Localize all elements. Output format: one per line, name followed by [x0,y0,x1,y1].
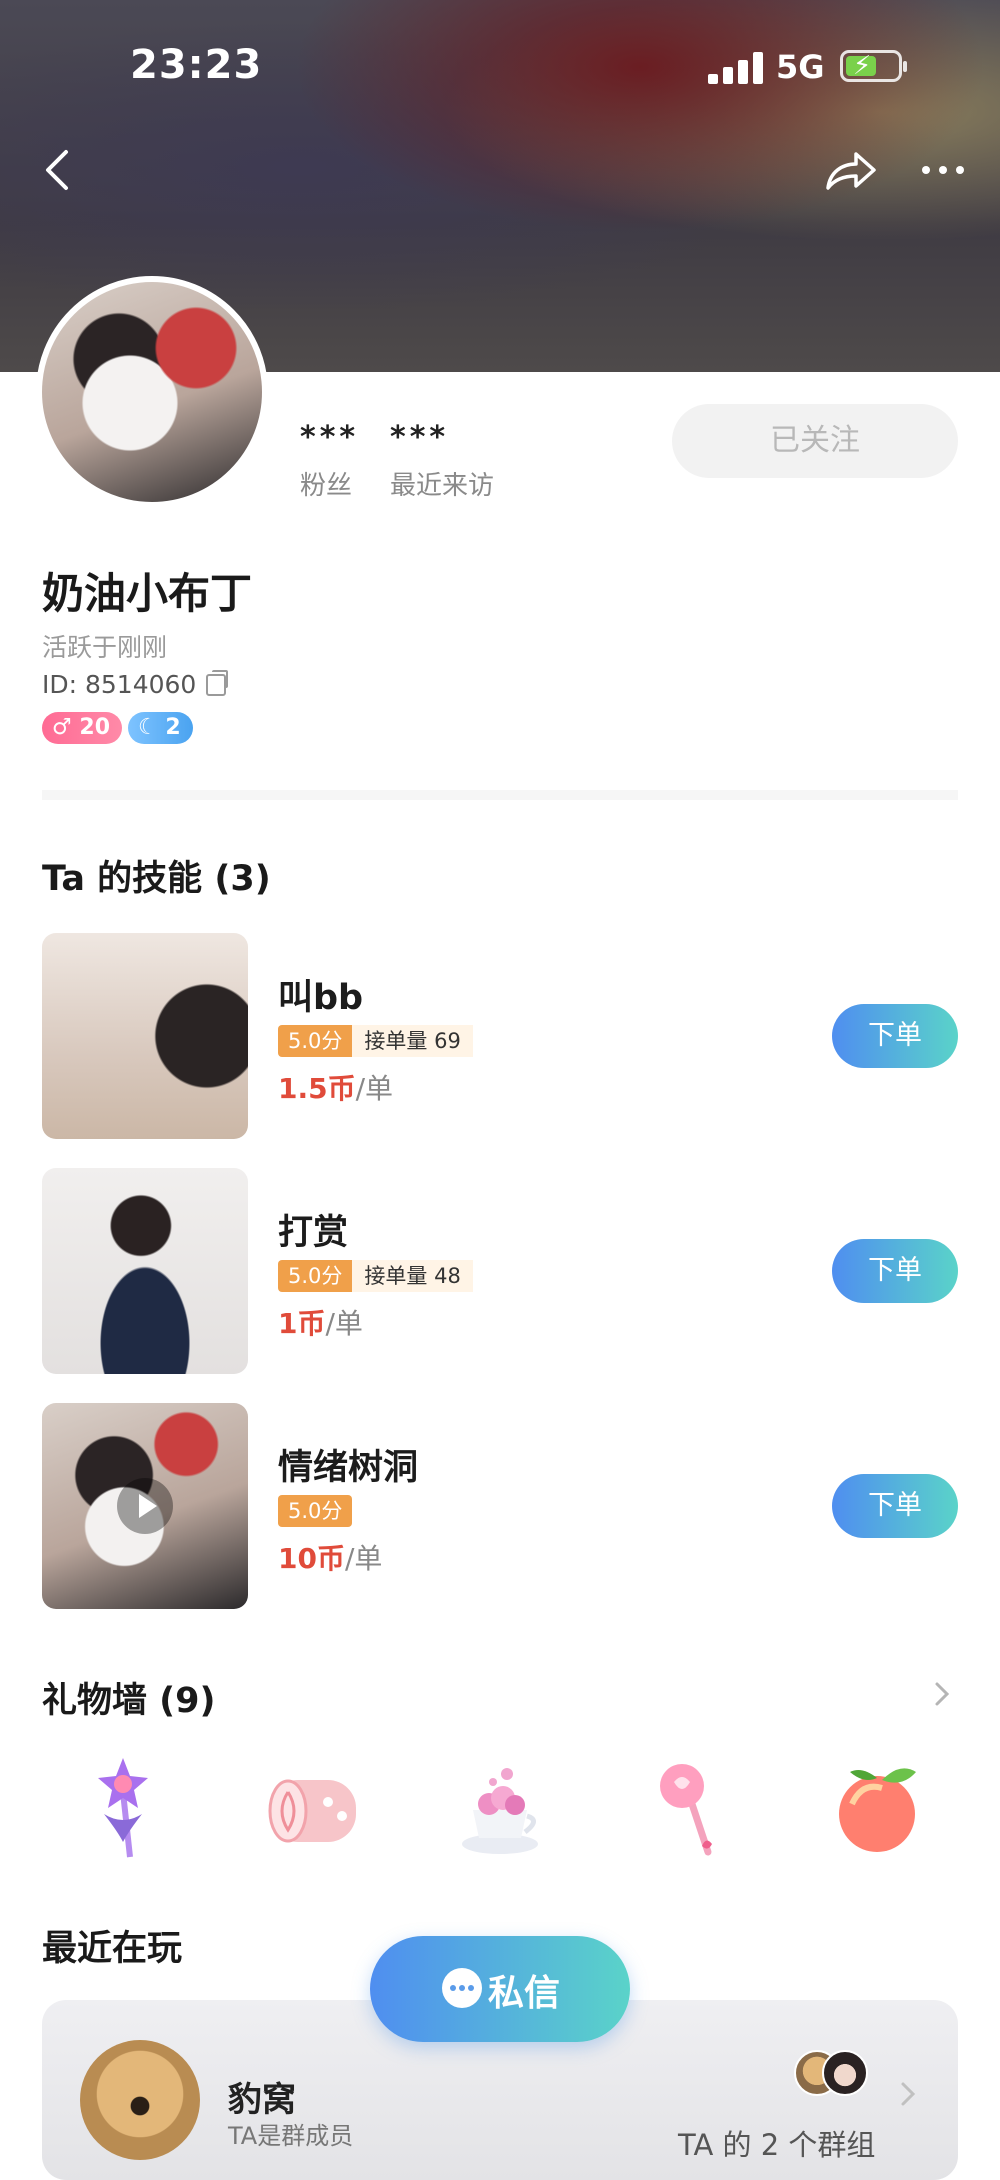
visitors-label: 最近来访 [390,471,495,501]
peach-icon[interactable] [822,1752,932,1862]
price-unit: /单 [344,1542,383,1575]
teacup-icon[interactable] [445,1752,555,1862]
chevron-right-icon[interactable] [934,1680,950,1708]
skill-meta: 5.0分 接单量 69 [278,1025,473,1057]
skill-price: 1.5币/单 [278,1067,393,1107]
order-button[interactable]: 下单 [832,1004,958,1068]
avatar[interactable] [36,276,268,508]
skill-meta: 5.0分 [278,1495,353,1527]
skill-name: 情绪树洞 [278,1448,419,1488]
price-value: 1.5币 [278,1072,356,1105]
message-label: 私信 [488,1973,561,2014]
skill-meta: 5.0分 接单量 48 [278,1260,473,1292]
user-id-row: ID: 8514060 [42,670,229,699]
status-bar: 23:23 5G ⚡ [0,0,1000,130]
fans-count: *** [300,420,360,455]
skill-price: 10币/单 [278,1537,382,1577]
profile-name: 奶油小布丁 [42,569,253,618]
chevron-right-icon[interactable] [900,2080,916,2108]
group-member-avatar [822,2050,868,2096]
gift-wall-title: 礼物墙 (9) [42,1681,216,1721]
skill-item[interactable]: 打赏 5.0分 接单量 48 1币/单 下单 [42,1168,958,1374]
battery-icon: ⚡ [840,50,907,82]
skill-price: 1币/单 [278,1302,363,1342]
network-label: 5G [776,48,825,86]
skill-orders: 接单量 69 [352,1025,473,1057]
order-button[interactable]: 下单 [832,1239,958,1303]
heart-wand-icon[interactable] [632,1752,742,1862]
order-button[interactable]: 下单 [832,1474,958,1538]
gender-level-badge: ♂ 20 [42,712,122,744]
price-unit: /单 [355,1072,394,1105]
skills-title: Ta 的技能 (3) [42,859,271,899]
skill-item[interactable]: 情绪树洞 5.0分 10币/单 下单 [42,1403,958,1609]
moon-level-badge: ☾ 2 [128,712,193,744]
stat-fans[interactable]: *** 粉丝 [300,420,359,502]
skill-item[interactable]: 叫bb 5.0分 接单量 69 1.5币/单 下单 [42,933,958,1139]
group-avatar [80,2040,200,2160]
price-value: 1币 [278,1307,326,1340]
play-icon[interactable] [115,1476,175,1536]
copy-icon[interactable] [206,670,229,696]
share-icon[interactable] [822,146,878,194]
group-count: TA 的 2 个群组 [678,2128,876,2162]
price-value: 10币 [278,1542,345,1575]
back-icon[interactable] [36,142,80,198]
skill-name: 叫bb [278,978,364,1018]
cake-roll-icon[interactable] [258,1752,368,1862]
skill-thumbnail [42,933,248,1139]
skill-score: 5.0分 [278,1495,353,1527]
signal-icon [708,52,764,84]
skill-score: 5.0分 [278,1025,353,1057]
group-name: 豹窝 [228,2080,296,2120]
group-membership: TA是群成员 [228,2122,354,2150]
visitors-count: *** [390,420,450,455]
moon-icon: ☾ [138,715,166,740]
skill-thumbnail [42,1168,248,1374]
message-button[interactable]: 私信 [370,1936,630,2042]
skill-name: 打赏 [278,1213,349,1253]
status-time: 23:23 [130,42,263,88]
skill-thumbnail [42,1403,248,1609]
skill-orders: 接单量 48 [352,1260,473,1292]
recent-play-title: 最近在玩 [42,1929,183,1969]
chat-bubble-icon [442,1968,482,2008]
badge-row: ♂ 20 ☾ 2 [42,712,199,744]
stat-recent-visitors[interactable]: *** 最近来访 [390,420,494,502]
price-unit: /单 [325,1307,363,1340]
skill-score: 5.0分 [278,1260,353,1292]
fans-label: 粉丝 [300,471,353,501]
user-id: ID: 8514060 [42,670,197,699]
more-icon[interactable] [918,150,968,190]
magic-wand-icon[interactable] [68,1752,178,1862]
active-status: 活跃于刚刚 [42,633,168,662]
moon-level: 2 [165,715,181,740]
divider [42,790,958,800]
follow-button[interactable]: 已关注 [672,404,958,478]
